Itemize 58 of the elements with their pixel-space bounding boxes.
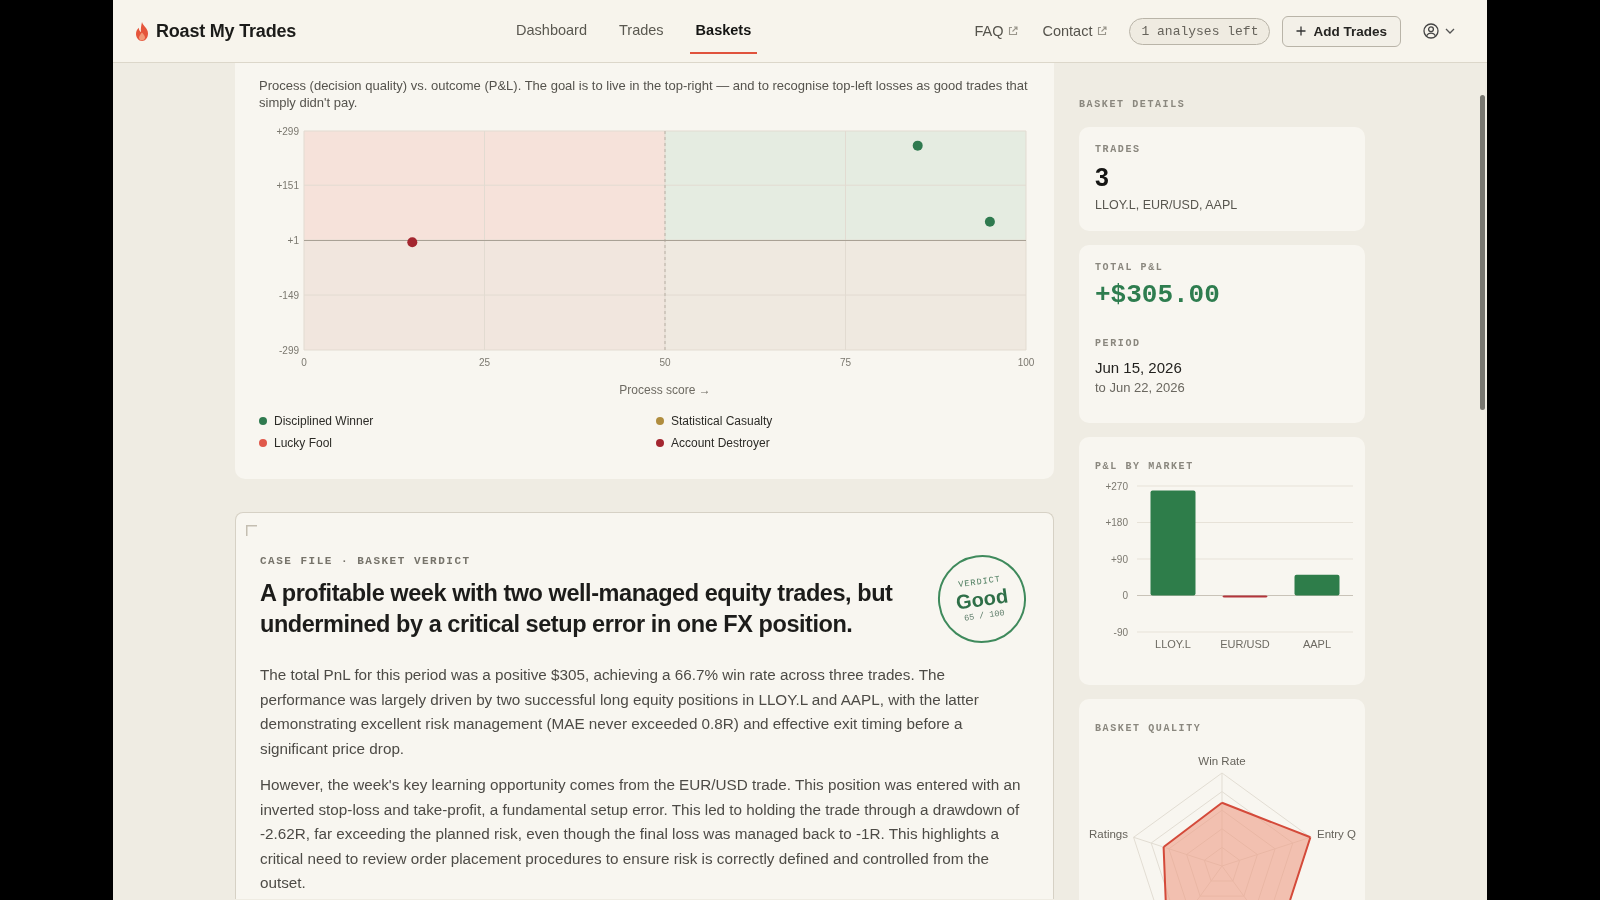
verdict-paragraph: However, the week's key learning opportunity comes from the EUR/USD trade. This position was entered with an inverted stop-loss and take-profit, a fundamental setup error. This led to holding the trade through a drawdown of -2.62R, far exceeding the planned risk, even though the final loss was managed back to -1R. This highlights a critical need to review order placement procedures to ensure risk is correctly defined and controlled from the outset. bbox=[260, 775, 1022, 893]
period-start-date: Jun 15, 2026 bbox=[1095, 358, 1183, 378]
radar-axis-label: Entry Q bbox=[1317, 827, 1356, 841]
legend-label: Account Destroyer bbox=[671, 436, 770, 450]
flame-icon bbox=[135, 21, 149, 41]
scrollbar-thumb[interactable] bbox=[1480, 95, 1485, 410]
category-label: EUR/USD bbox=[1220, 638, 1270, 650]
radar-axis-label: Win Rate bbox=[1198, 754, 1246, 768]
axis-tick-label: +1 bbox=[287, 234, 299, 246]
stamp-label: VERDICT bbox=[957, 574, 1002, 591]
stat-label: PERIOD bbox=[1095, 338, 1142, 350]
axis-tick-label: 25 bbox=[478, 357, 491, 368]
verdict-paragraph: The total PnL for this period was a positive $305, achieving a 66.7% win rate across three trades. The performance was largely driven by two successful long equity positions in LLOY.L and AAPL, with the latter demonstrating excellent risk management (MAE never exceeded 0.8R) and effective exit timing before a significant price drop. bbox=[260, 665, 980, 759]
axis-tick-label: +151 bbox=[276, 179, 299, 191]
stat-label: TRADES bbox=[1095, 144, 1142, 156]
nav-tab[interactable]: Baskets bbox=[689, 14, 758, 54]
app-logo[interactable]: Roast My Trades bbox=[156, 20, 297, 42]
axis-tick-label: 75 bbox=[839, 357, 852, 368]
category-label: AAPL bbox=[1302, 638, 1332, 650]
axis-tick-label: -299 bbox=[279, 344, 299, 356]
legend-label: Lucky Fool bbox=[274, 436, 333, 450]
case-file-label: CASE FILE · BASKET VERDICT bbox=[260, 555, 472, 567]
axis-tick-label: 0 bbox=[301, 357, 307, 368]
axis-title: Process score → bbox=[619, 383, 711, 397]
nav-tab[interactable]: Dashboard bbox=[510, 14, 593, 54]
category-label: LLOY.L bbox=[1155, 638, 1191, 650]
axis-tick-label: 100 bbox=[1017, 357, 1035, 368]
radar-axis-label: Ratings bbox=[1089, 827, 1128, 841]
axis-tick-label: 50 bbox=[659, 357, 671, 368]
total-pnl-value: +$305.00 bbox=[1095, 279, 1221, 311]
nav-tab[interactable]: Trades bbox=[613, 14, 670, 54]
verdict-headline: A profitable week with two well-managed equity trades, but undermined by a critical setup error in one FX position. bbox=[260, 579, 894, 639]
user-icon bbox=[1423, 23, 1439, 39]
credits-indicator: 1 analyses left bbox=[1129, 17, 1271, 45]
chart-title: BASKET QUALITY bbox=[1095, 723, 1203, 735]
chevron-down-icon bbox=[1445, 28, 1455, 34]
nav-link[interactable]: FAQ bbox=[970, 23, 1023, 39]
section-title: BASKET DETAILS bbox=[1079, 99, 1187, 112]
stat-label: TOTAL P&L bbox=[1095, 262, 1165, 274]
axis-tick-label: +180 bbox=[1105, 517, 1128, 528]
axis-tick-label: +90 bbox=[1111, 553, 1128, 565]
corner-bracket-icon bbox=[246, 525, 257, 536]
chart-description: Process (decision quality) vs. outcome (P&L). The goal is to live in the top-right — and to recognise top-left losses as good trades that simply didn't pay. bbox=[259, 77, 1029, 111]
nav-link[interactable]: Contact bbox=[1038, 23, 1112, 39]
plus-icon bbox=[1296, 26, 1307, 36]
trade-count: 3 bbox=[1095, 163, 1110, 191]
add-trades-button[interactable]: Add Trades bbox=[1282, 15, 1401, 47]
period-end-date: to Jun 22, 2026 bbox=[1095, 379, 1186, 397]
chart-title: P&L BY MARKET bbox=[1095, 461, 1195, 473]
axis-tick-label: 0 bbox=[1122, 590, 1128, 601]
axis-tick-label: +270 bbox=[1105, 480, 1128, 492]
legend-label: Statistical Casualty bbox=[671, 414, 773, 428]
trade-symbols: LLOY.L, EUR/USD, AAPL bbox=[1095, 197, 1239, 214]
axis-tick-label: -90 bbox=[1113, 626, 1128, 638]
verdict-score: 65 / 100 bbox=[963, 608, 1006, 624]
axis-tick-label: +299 bbox=[276, 125, 299, 137]
legend-label: Disciplined Winner bbox=[274, 414, 374, 428]
axis-tick-label: -149 bbox=[279, 289, 299, 301]
